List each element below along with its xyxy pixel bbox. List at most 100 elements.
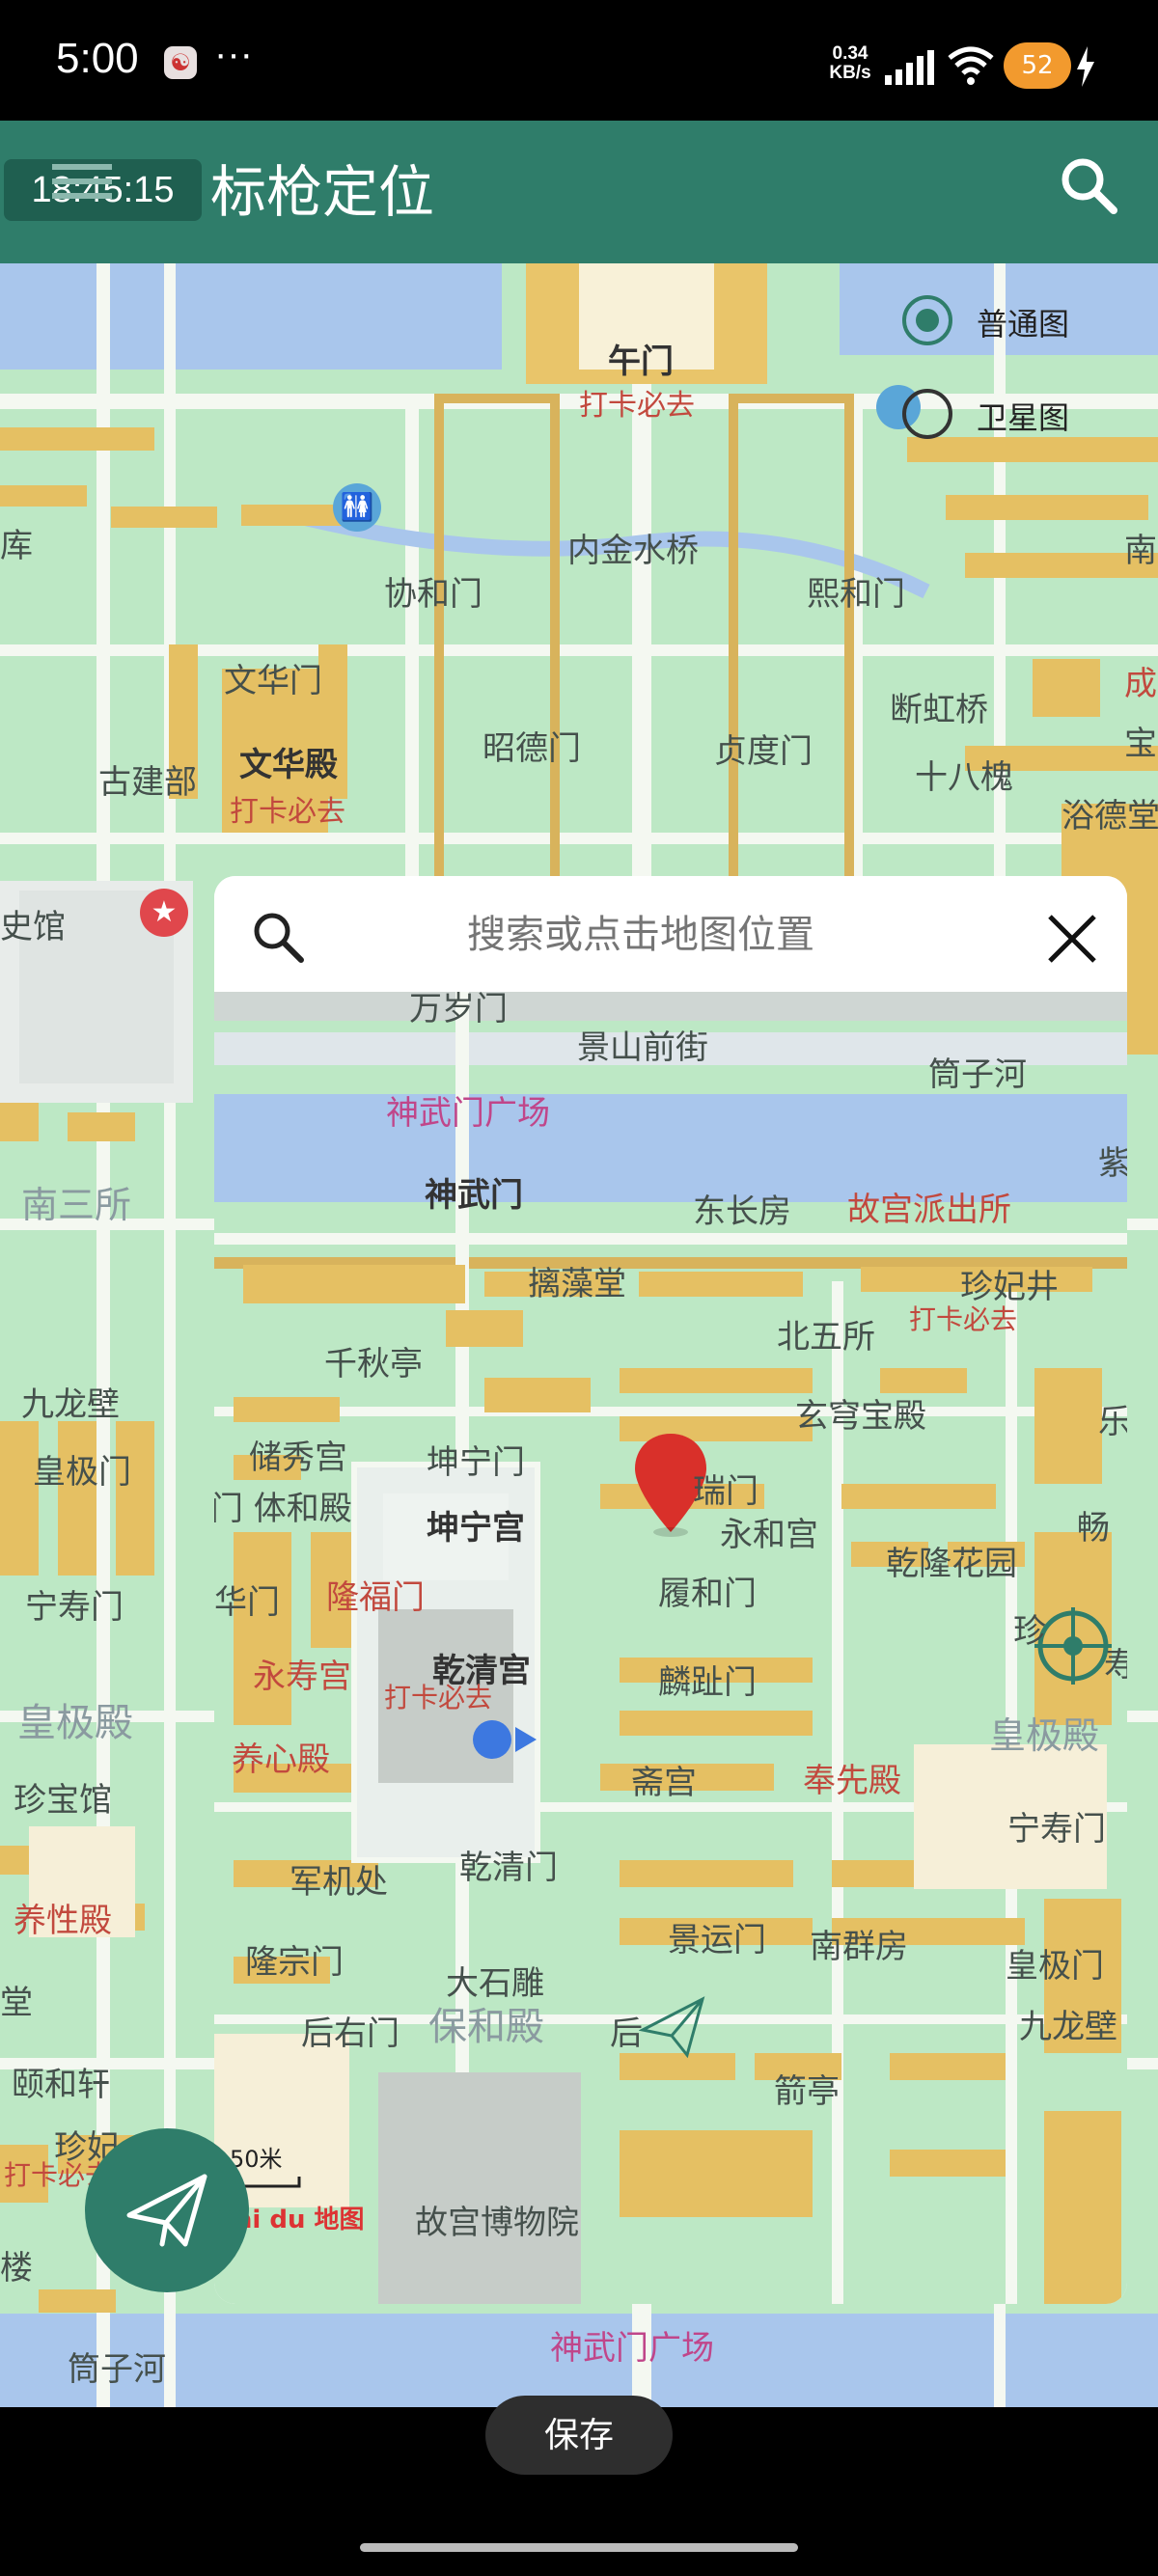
map-label: 宁寿门	[1007, 1810, 1106, 1849]
map-label: 麟趾门	[658, 1663, 757, 1702]
app-title: 标枪定位	[210, 159, 435, 225]
map-label: 断虹桥	[890, 691, 988, 729]
home-indicator[interactable]	[360, 2543, 798, 2552]
map-label: 隆福门	[326, 1578, 425, 1617]
map-label: 后	[610, 2014, 643, 2053]
map-label: 乐	[1098, 1403, 1127, 1441]
map-label: 隆宗门	[245, 1943, 344, 1982]
map-label: 后右门	[301, 2014, 400, 2053]
search-icon[interactable]	[1058, 154, 1119, 216]
map-label: 玄穹宝殿	[795, 1397, 926, 1436]
search-icon[interactable]	[251, 910, 305, 964]
close-icon[interactable]	[1046, 913, 1098, 965]
map-label: 皇极门	[33, 1453, 131, 1492]
normal-map-radio[interactable]	[902, 295, 952, 345]
charging-icon	[1077, 46, 1094, 87]
normal-map-label[interactable]: 普通图	[977, 300, 1069, 344]
map-label: 打卡必去	[909, 1303, 1018, 1335]
satellite-map-radio[interactable]	[902, 389, 952, 439]
map-label: 乾清门	[459, 1849, 558, 1887]
map-label: 午门	[608, 343, 674, 381]
map-label: 故宫博物院	[415, 2204, 579, 2242]
map-label: 南群房	[810, 1928, 908, 1966]
map-label: 千秋亭	[324, 1345, 423, 1384]
map-label: 景运门	[668, 1921, 766, 1959]
map-label: 万岁门	[409, 992, 508, 1028]
map-label: 奉先殿	[803, 1762, 901, 1800]
network-speed: 0.34 KB/s	[820, 44, 880, 83]
map-label: 浴德堂	[1062, 797, 1158, 836]
paper-plane-icon	[126, 2174, 207, 2247]
battery-indicator: 52	[1004, 42, 1071, 89]
save-button[interactable]: 保存	[485, 2396, 673, 2475]
map-label: 南三所	[21, 1184, 132, 1226]
current-location-icon	[473, 1720, 540, 1759]
map-label: 史馆	[0, 908, 66, 946]
map-label: 熙和门	[807, 575, 905, 614]
network-speed-unit: KB/s	[829, 63, 871, 83]
map-label: 永寿宫	[253, 1658, 351, 1696]
map-label: 库	[0, 527, 33, 565]
map-label: 履和门	[658, 1575, 757, 1613]
signal-icon	[885, 50, 934, 85]
map-label: 楼	[0, 2249, 33, 2288]
map-label: 紫	[1098, 1144, 1127, 1183]
status-time: 5:00	[56, 35, 139, 82]
dialog-map[interactable]: 万岁门 景山前街 筒子河 神武门广场 神武门 东长房 故宫派出所 紫 摛藻堂 珍…	[214, 992, 1127, 2304]
map-label: 养性殿	[14, 1902, 112, 1940]
location-picker-dialog: 万岁门 景山前街 筒子河 神武门广场 神武门 东长房 故宫派出所 紫 摛藻堂 珍…	[214, 876, 1127, 2304]
map-label: 贞度门	[714, 732, 813, 771]
museum-star-icon[interactable]: ★	[140, 889, 188, 937]
map-label: 珍宝馆	[14, 1781, 112, 1820]
map-label: 筒子河	[68, 2350, 166, 2389]
map-label: 箭亭	[774, 2072, 840, 2111]
paper-plane-icon	[639, 1996, 705, 2059]
map-label: 打卡必去	[384, 1682, 493, 1713]
map-label: 皇极殿	[989, 1714, 1100, 1757]
map-label: 储秀宫	[249, 1439, 347, 1477]
map-label: 九龙壁	[21, 1385, 120, 1424]
status-bar: 5:00 ☯ ··· 0.34 KB/s 52	[0, 0, 1158, 121]
map-label: 北五所	[777, 1318, 875, 1357]
map-label: 筒子河	[928, 1055, 1027, 1094]
map-label: 斋宫	[631, 1764, 697, 1802]
map-label: 堂	[0, 1984, 33, 2022]
location-marker-icon[interactable]	[635, 1434, 706, 1532]
map-label: 宁寿门	[25, 1588, 124, 1627]
map-label: 成	[1124, 665, 1157, 703]
location-search-input[interactable]	[340, 903, 942, 967]
map-label: 故宫派出所	[847, 1191, 1011, 1229]
map-label: 文华门	[224, 662, 322, 700]
map-label: 永和宫	[720, 1516, 818, 1554]
more-notifications-icon: ···	[214, 33, 253, 75]
map-label: 神武门广场	[386, 1094, 550, 1133]
menu-icon[interactable]	[52, 162, 112, 201]
map-label: 军机处	[290, 1863, 388, 1902]
map-label: 九龙壁	[1019, 2008, 1117, 2046]
map-label: 打卡必去	[230, 795, 345, 829]
map-label: 昭德门	[482, 729, 581, 768]
map-label: 保和殿	[428, 2005, 544, 2049]
locate-icon[interactable]	[1036, 1609, 1110, 1683]
satellite-map-label[interactable]: 卫星图	[977, 394, 1069, 438]
map-label: 协和门	[384, 575, 482, 614]
map-label: 古建部	[98, 763, 197, 802]
map-label: 文华殿	[239, 746, 338, 784]
map-label: 南	[1124, 532, 1157, 570]
map-label: 皇极殿	[17, 1701, 133, 1745]
send-button[interactable]	[85, 2128, 249, 2292]
map-label: 坤宁门	[427, 1443, 525, 1482]
network-speed-value: 0.34	[832, 43, 868, 64]
map-label: 颐和轩	[12, 2066, 110, 2104]
map-label: 皇极门	[1006, 1947, 1104, 1986]
dialog-search-bar	[214, 876, 1127, 992]
map-label: 华门	[214, 1583, 280, 1622]
restroom-icon[interactable]: 🚻	[333, 483, 381, 532]
map-label: 摛藻堂	[528, 1265, 626, 1303]
map-label: 宝	[1124, 725, 1157, 763]
map-label: 内金水桥	[567, 532, 699, 570]
map-label: 神武门广场	[550, 2329, 714, 2368]
map-label: 乾隆花园	[886, 1545, 1017, 1583]
wifi-icon	[948, 46, 994, 85]
map-label: 东长房	[693, 1192, 791, 1231]
